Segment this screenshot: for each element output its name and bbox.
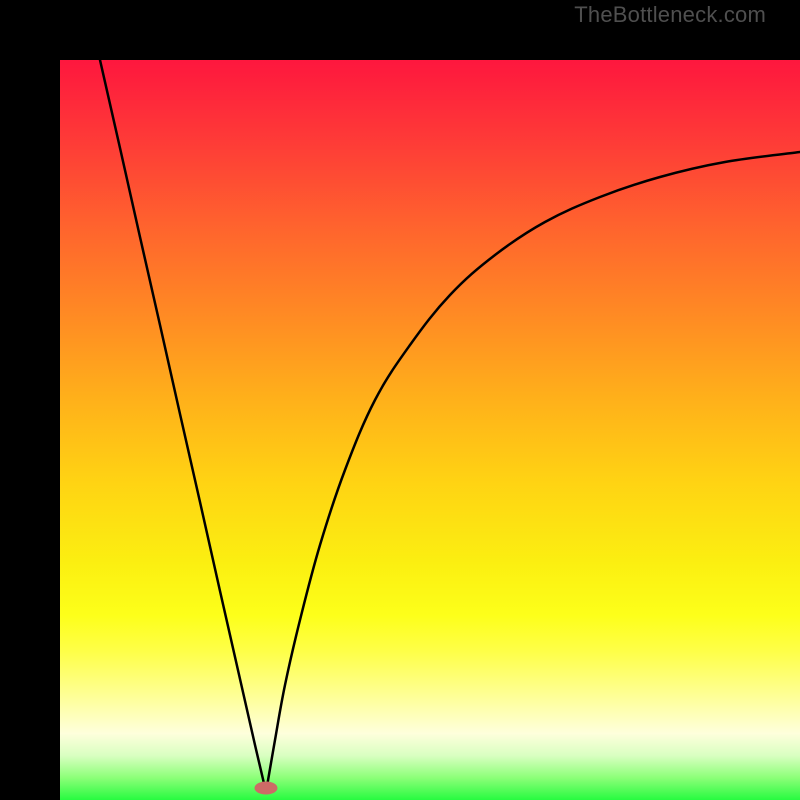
curve-left-branch [100,60,266,792]
curve-right-branch [266,152,800,792]
curve-svg [60,60,800,800]
plot-area [60,60,800,800]
minimum-marker [255,782,278,795]
chart-frame [0,0,800,800]
watermark-text: TheBottleneck.com [574,2,766,28]
